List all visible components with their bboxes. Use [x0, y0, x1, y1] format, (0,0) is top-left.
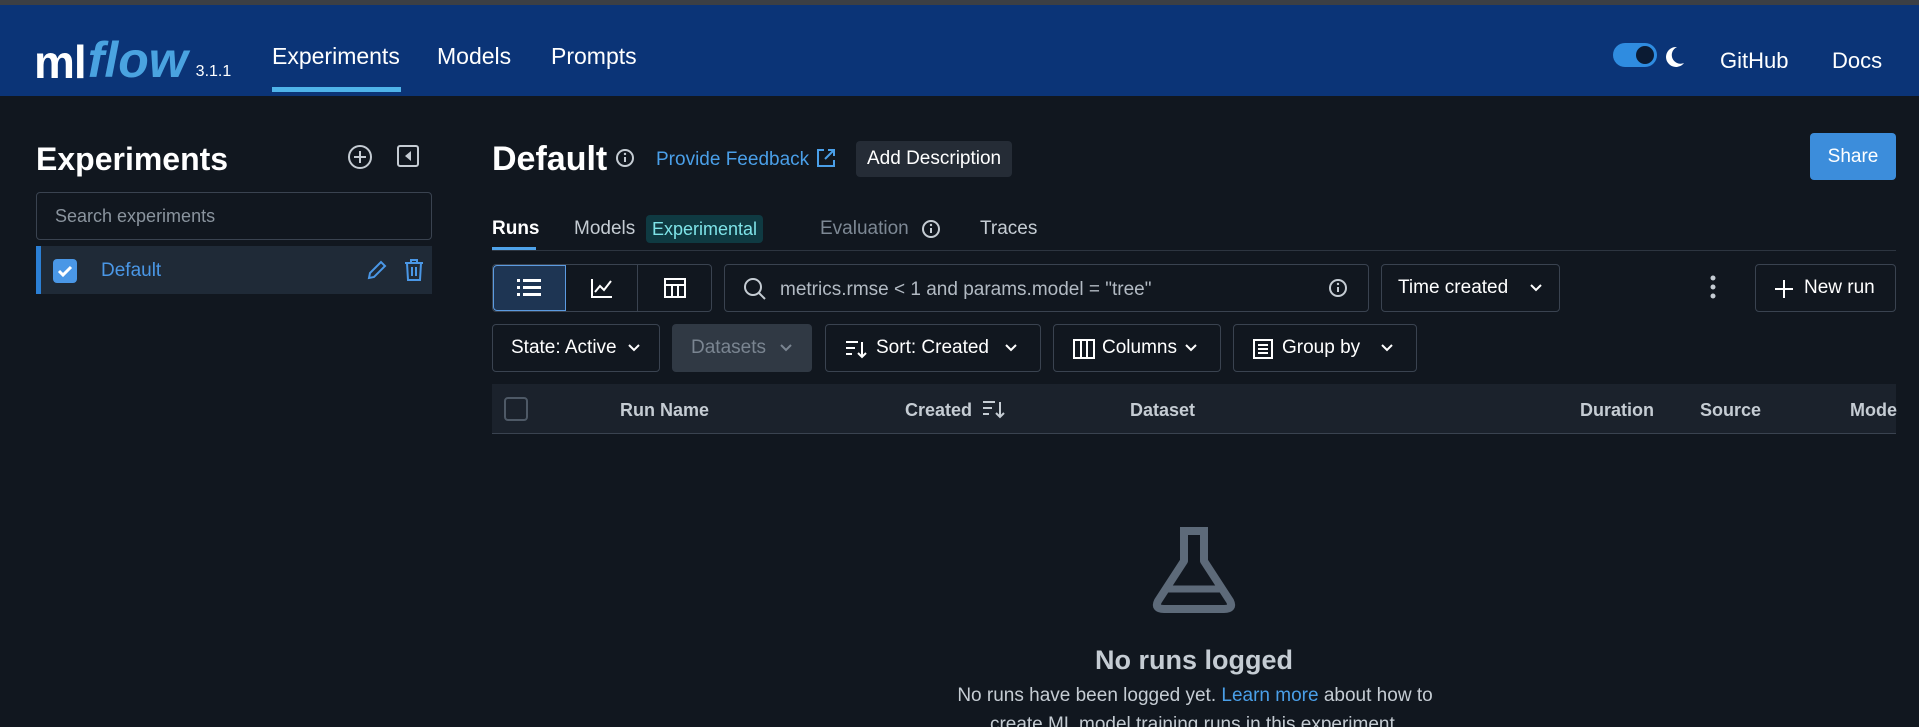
list-view-icon: [517, 279, 542, 296]
select-all-checkbox[interactable]: [504, 397, 528, 421]
moon-icon: [1666, 46, 1684, 67]
checkmark-icon: [57, 265, 73, 278]
group-by-icon: [1253, 339, 1273, 359]
logo-flow: flow: [87, 32, 188, 88]
column-created[interactable]: Created: [905, 400, 972, 421]
column-models[interactable]: Mode: [1850, 400, 1897, 421]
chart-view-icon: [590, 279, 612, 298]
column-run-name[interactable]: Run Name: [620, 400, 709, 421]
nav-models[interactable]: Models: [437, 43, 511, 70]
tabs-divider: [492, 250, 1896, 251]
info-icon[interactable]: [615, 148, 635, 168]
state-filter-label: State: Active: [511, 337, 617, 358]
chevron-down-icon: [1381, 344, 1393, 352]
info-icon[interactable]: [921, 219, 941, 239]
sort-icon: [846, 341, 867, 359]
chevron-down-icon: [780, 344, 792, 352]
runs-search-input[interactable]: metrics.rmse < 1 and params.model = "tre…: [724, 264, 1369, 312]
datasets-label: Datasets: [691, 337, 766, 358]
datasets-dropdown[interactable]: Datasets: [672, 324, 812, 372]
view-mode-toggle: [492, 264, 712, 312]
search-icon: [744, 278, 766, 300]
share-button[interactable]: Share: [1810, 133, 1896, 180]
column-dataset[interactable]: Dataset: [1130, 400, 1195, 421]
chevron-down-icon: [1530, 284, 1542, 292]
new-run-button[interactable]: New run: [1755, 264, 1896, 312]
sidebar-item-default[interactable]: Default: [36, 246, 432, 294]
learn-more-link[interactable]: Learn more: [1221, 685, 1318, 706]
empty-state-description: No runs have been logged yet. Learn more…: [950, 681, 1440, 727]
tab-traces[interactable]: Traces: [980, 218, 1037, 240]
more-options-icon[interactable]: [1709, 273, 1717, 301]
tab-runs[interactable]: Runs: [492, 218, 540, 240]
logo-ml: ml: [34, 36, 87, 88]
columns-label: Columns: [1102, 337, 1177, 358]
time-created-dropdown[interactable]: Time created: [1381, 264, 1560, 312]
state-filter-dropdown[interactable]: State: Active: [492, 324, 660, 372]
flask-icon: [1152, 527, 1236, 613]
create-experiment-icon[interactable]: [347, 144, 373, 170]
add-description-button[interactable]: Add Description: [856, 141, 1013, 177]
sort-label: Sort: Created: [876, 337, 989, 358]
toggle-knob: [1636, 46, 1654, 64]
chevron-down-icon: [1185, 344, 1197, 352]
new-run-label: New run: [1804, 277, 1875, 298]
theme-toggle[interactable]: [1613, 43, 1657, 67]
version-label: 3.1.1: [195, 63, 232, 80]
chevron-down-icon: [1005, 344, 1017, 352]
experiment-title: Default: [492, 140, 608, 178]
nav-active-indicator: [272, 87, 401, 92]
external-link-icon[interactable]: [814, 146, 838, 170]
group-by-dropdown[interactable]: Group by: [1233, 324, 1417, 372]
time-created-label: Time created: [1398, 277, 1509, 298]
info-icon[interactable]: [1328, 278, 1348, 298]
experiment-search-input[interactable]: [36, 192, 432, 240]
sidebar-title: Experiments: [36, 141, 229, 177]
nav-experiments[interactable]: Experiments: [272, 43, 400, 70]
column-source[interactable]: Source: [1700, 400, 1761, 421]
sort-descending-icon[interactable]: [981, 398, 1007, 420]
plus-icon: [1775, 280, 1793, 298]
table-view-icon: [663, 278, 686, 298]
chart-view-button[interactable]: [566, 265, 639, 311]
experiment-checkbox[interactable]: [53, 259, 77, 283]
search-query: metrics.rmse < 1 and params.model = "tre…: [780, 279, 1152, 300]
tab-models[interactable]: Models: [574, 218, 635, 240]
chevron-down-icon: [628, 344, 640, 352]
active-tab-indicator: [492, 247, 536, 250]
docs-link[interactable]: Docs: [1832, 48, 1882, 74]
empty-desc-text: No runs have been logged yet.: [957, 685, 1222, 706]
runs-table-header: Run Name Created Dataset Duration Source…: [492, 384, 1897, 434]
group-by-label: Group by: [1282, 337, 1361, 358]
provide-feedback-link[interactable]: Provide Feedback: [656, 149, 809, 171]
column-duration[interactable]: Duration: [1580, 400, 1654, 421]
edit-icon[interactable]: [366, 259, 388, 281]
columns-icon: [1073, 339, 1095, 359]
columns-dropdown[interactable]: Columns: [1053, 324, 1221, 372]
collapse-sidebar-icon[interactable]: [396, 144, 420, 168]
empty-state-title: No runs logged: [1095, 645, 1293, 675]
mlflow-logo[interactable]: ml flow 3.1.1: [34, 25, 231, 85]
sidebar-item-label: Default: [101, 260, 162, 281]
github-link[interactable]: GitHub: [1720, 48, 1788, 74]
top-navbar: ml flow 3.1.1 Experiments Models Prompts…: [0, 5, 1919, 96]
experimental-badge: Experimental: [646, 215, 764, 243]
list-view-button[interactable]: [493, 265, 566, 311]
nav-prompts[interactable]: Prompts: [551, 43, 637, 70]
sort-dropdown[interactable]: Sort: Created: [825, 324, 1041, 372]
delete-icon[interactable]: [403, 258, 425, 282]
table-view-button[interactable]: [638, 265, 711, 311]
tab-evaluation[interactable]: Evaluation: [820, 218, 909, 240]
